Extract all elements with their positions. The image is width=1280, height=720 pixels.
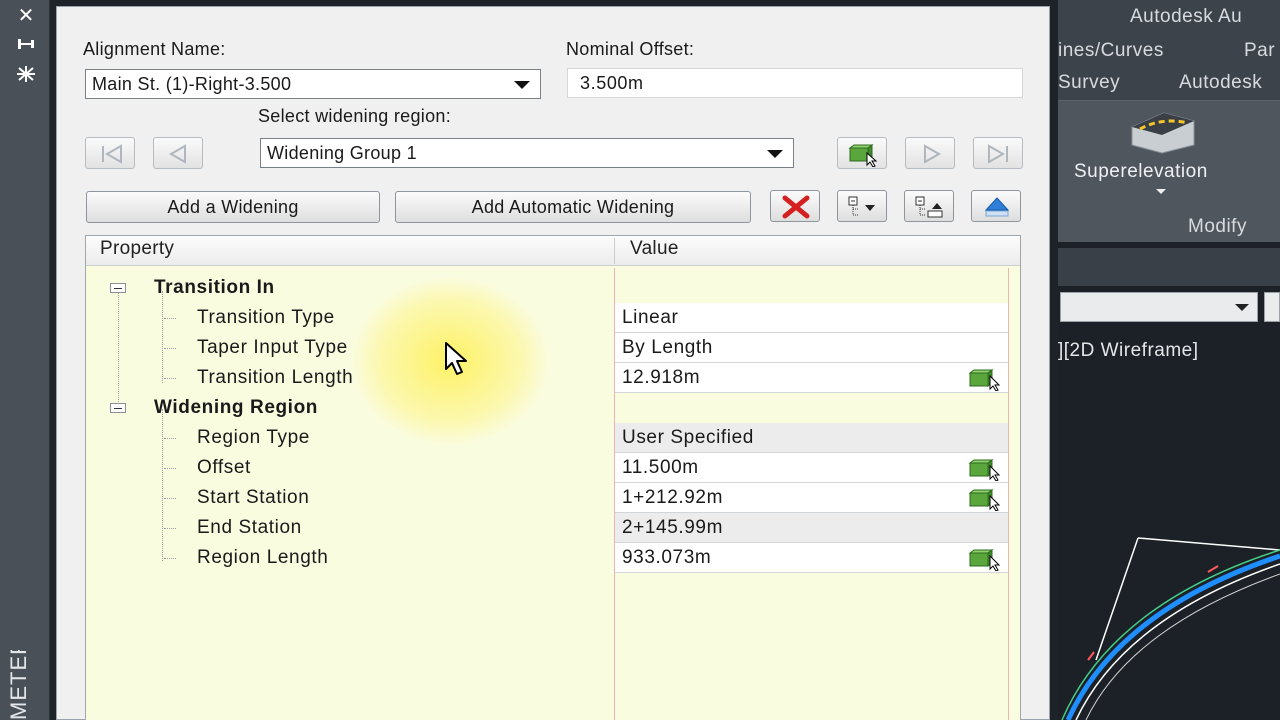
- property-row-offset[interactable]: Offset 11.500m: [86, 453, 1020, 483]
- group-name: Widening Region: [154, 397, 318, 418]
- value-column-header[interactable]: Value: [630, 238, 679, 260]
- viewport-style-label[interactable]: ][2D Wireframe]: [1058, 340, 1199, 362]
- grid-header: Property Value: [86, 236, 1020, 266]
- palette-strip: ✕ METERS: [0, 0, 50, 720]
- ribbon-tabs: Autodesk Au ines/Curves Par Survey Autod…: [1058, 0, 1280, 100]
- property-row-region-length[interactable]: Region Length 933.073m: [86, 543, 1020, 573]
- property-name: Transition Length: [197, 367, 354, 388]
- arrow-up-icon: [984, 197, 1010, 217]
- close-icon[interactable]: ✕: [14, 6, 38, 26]
- add-automatic-widening-button[interactable]: Add Automatic Widening: [395, 191, 751, 223]
- next-region-button[interactable]: [905, 137, 955, 169]
- skip-last-icon: [988, 144, 1008, 164]
- dropdown-arrow-icon[interactable]: [1156, 189, 1166, 194]
- pick-from-drawing-icon[interactable]: [968, 457, 1006, 481]
- next-icon: [924, 144, 942, 164]
- property-value[interactable]: Linear: [615, 303, 1008, 333]
- alignment-name-value: Main St. (1)-Right-3.500: [92, 74, 292, 94]
- property-row-transition-type[interactable]: Transition Type Linear: [86, 303, 1020, 333]
- property-row-taper-input-type[interactable]: Taper Input Type By Length: [86, 333, 1020, 363]
- expand-tree-button[interactable]: [837, 190, 887, 222]
- pick-from-drawing-icon[interactable]: [968, 487, 1006, 511]
- app-title: Autodesk Au: [1130, 6, 1243, 27]
- property-value[interactable]: 1+212.92m: [615, 483, 1008, 513]
- collapse-icon[interactable]: [110, 403, 126, 413]
- property-row-end-station[interactable]: End Station 2+145.99m: [86, 513, 1020, 543]
- property-row-start-station[interactable]: Start Station 1+212.92m: [86, 483, 1020, 513]
- superelevation-icon[interactable]: [1128, 107, 1198, 157]
- superelevation-label[interactable]: Superelevation: [1074, 161, 1208, 183]
- first-region-button[interactable]: [85, 137, 135, 169]
- alignment-name-label: Alignment Name:: [83, 39, 226, 59]
- property-value: User Specified: [615, 423, 1008, 453]
- drawing-viewport[interactable]: [1058, 520, 1280, 720]
- property-name: Offset: [197, 457, 251, 478]
- tab-survey[interactable]: Survey: [1058, 72, 1120, 94]
- previous-region-button[interactable]: [153, 137, 203, 169]
- property-row-region-type[interactable]: Region Type User Specified: [86, 423, 1020, 453]
- property-name: Taper Input Type: [197, 337, 348, 358]
- skip-first-icon: [102, 144, 122, 164]
- tree-collapse-icon: [915, 196, 943, 218]
- alignment-name-combo[interactable]: Main St. (1)-Right-3.500: [85, 69, 541, 99]
- view-combo[interactable]: [1060, 292, 1258, 322]
- pick-from-drawing-icon[interactable]: [968, 547, 1006, 571]
- property-value: 2+145.99m: [615, 513, 1008, 543]
- tab-autodesk[interactable]: Autodesk: [1179, 72, 1262, 94]
- previous-icon: [168, 144, 186, 164]
- palette-title: METERS: [6, 650, 31, 720]
- properties-icon[interactable]: [14, 64, 38, 84]
- view-combo-secondary[interactable]: [1264, 292, 1280, 322]
- property-grid: Property Value Transition In Transition …: [85, 235, 1021, 720]
- property-value[interactable]: 933.073m: [615, 543, 1008, 573]
- collapse-icon[interactable]: [110, 283, 126, 293]
- last-region-button[interactable]: [973, 137, 1023, 169]
- delete-icon: [782, 195, 810, 219]
- widening-region-dialog: Alignment Name: Main St. (1)-Right-3.500…: [56, 6, 1050, 720]
- group-row-transition-in[interactable]: Transition In: [86, 273, 1020, 303]
- pick-region-button[interactable]: [837, 137, 887, 169]
- viewport-toolbar: [1058, 248, 1280, 286]
- modify-panel-label: Modify: [1188, 216, 1247, 237]
- auto-hide-icon[interactable]: [14, 36, 38, 56]
- widening-region-combo[interactable]: Widening Group 1: [260, 138, 794, 168]
- nominal-offset-label: Nominal Offset:: [566, 39, 695, 59]
- widening-region-value: Widening Group 1: [267, 143, 417, 163]
- application-background: Autodesk Au ines/Curves Par Survey Autod…: [1058, 0, 1280, 720]
- chevron-down-icon: [1235, 304, 1249, 311]
- group-row-widening-region[interactable]: Widening Region: [86, 393, 1020, 423]
- chevron-down-icon: [767, 150, 783, 158]
- collapse-dialog-button[interactable]: [971, 190, 1021, 222]
- chevron-down-icon: [514, 81, 530, 89]
- nominal-offset-field[interactable]: 3.500m: [567, 68, 1023, 98]
- collapse-tree-button[interactable]: [904, 190, 954, 222]
- tab-lines-curves[interactable]: ines/Curves: [1058, 40, 1164, 62]
- mouse-pointer-icon: [445, 342, 467, 375]
- property-name: Start Station: [197, 487, 310, 508]
- pick-from-drawing-icon[interactable]: [968, 367, 1006, 391]
- property-value[interactable]: 11.500m: [615, 453, 1008, 483]
- property-name: Transition Type: [197, 307, 335, 328]
- delete-widening-button[interactable]: [770, 190, 820, 222]
- property-value[interactable]: By Length: [615, 333, 1008, 363]
- property-name: Region Length: [197, 547, 329, 568]
- tree-expand-icon: [848, 196, 875, 216]
- add-widening-button[interactable]: Add a Widening: [86, 191, 380, 223]
- pick-from-drawing-icon: [848, 144, 878, 167]
- property-name: Region Type: [197, 427, 310, 448]
- select-region-label: Select widening region:: [258, 106, 452, 126]
- property-value[interactable]: 12.918m: [615, 363, 1008, 393]
- property-row-transition-length[interactable]: Transition Length 12.918m: [86, 363, 1020, 393]
- group-name: Transition In: [154, 277, 275, 298]
- property-name: End Station: [197, 517, 302, 538]
- property-column-header[interactable]: Property: [100, 238, 174, 260]
- tab-par[interactable]: Par: [1244, 40, 1275, 62]
